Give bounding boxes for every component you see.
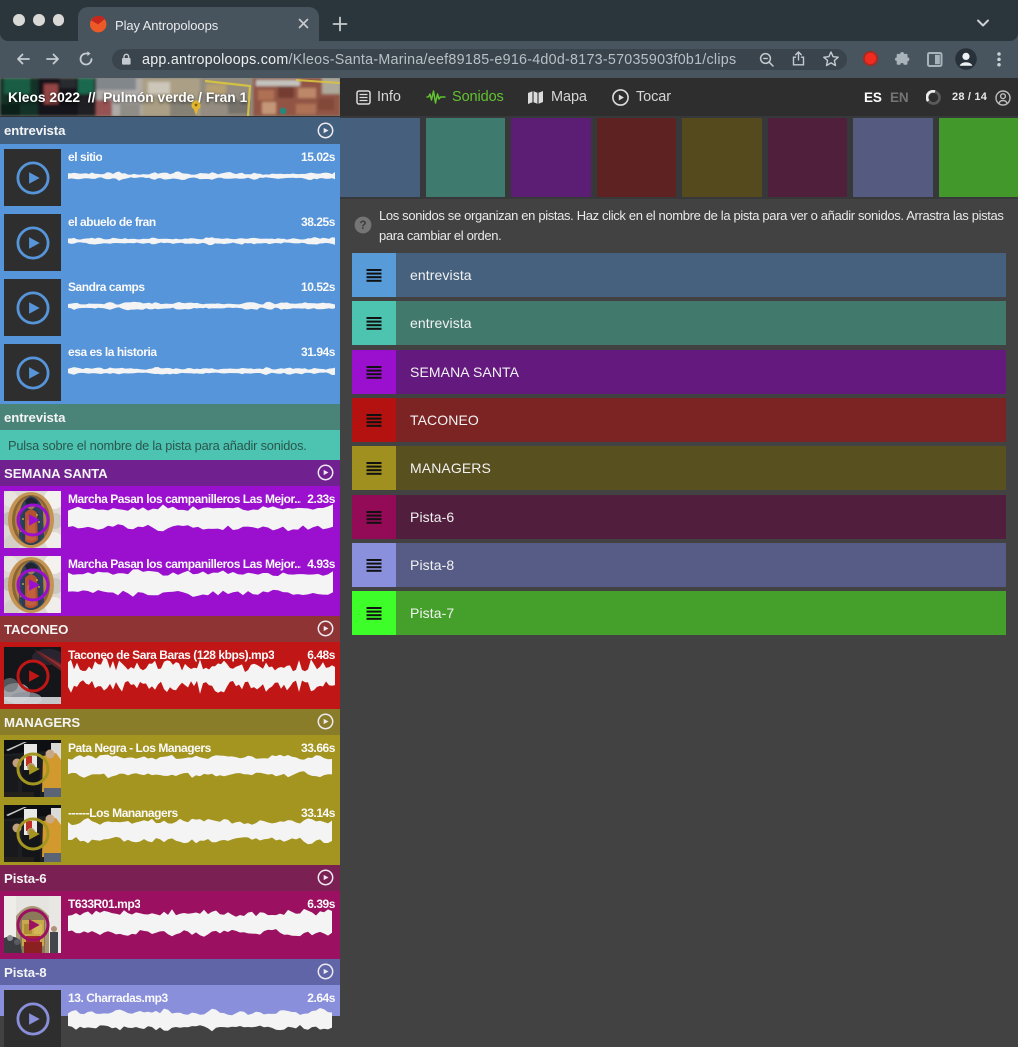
svg-text:?: ? [359,220,366,232]
